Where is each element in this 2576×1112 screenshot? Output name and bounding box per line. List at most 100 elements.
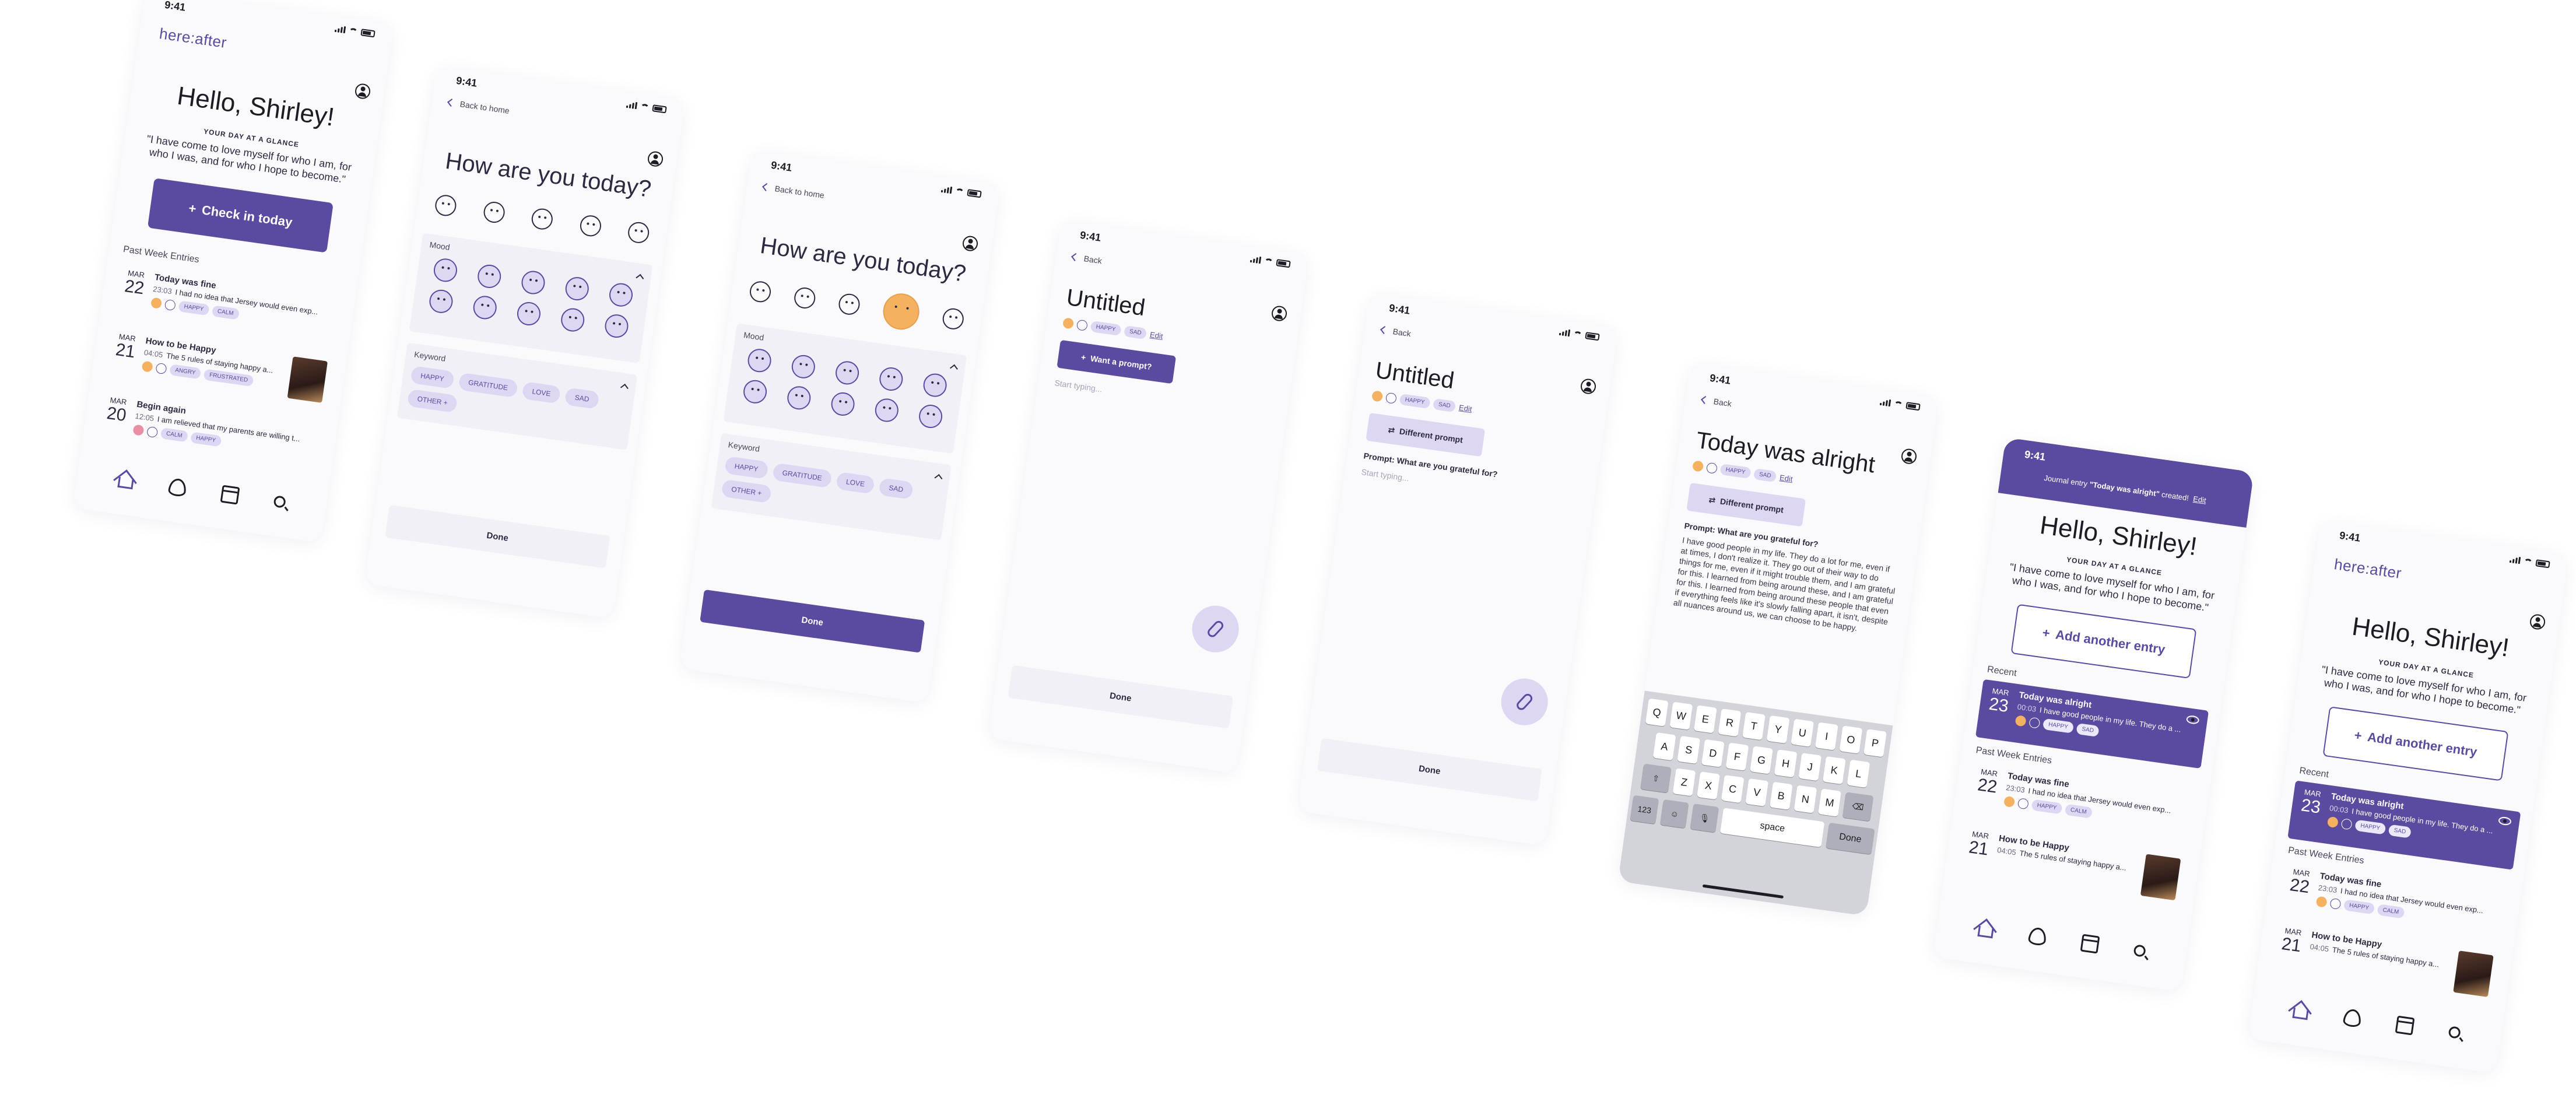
calendar-icon[interactable] [2080, 934, 2100, 954]
key[interactable]: J [1798, 753, 1822, 781]
emotion-icon[interactable] [785, 384, 812, 411]
keyword-chip[interactable]: GRATITUDE [458, 372, 518, 398]
search-icon[interactable] [272, 495, 286, 508]
back-link[interactable]: Back [1071, 252, 1103, 265]
mood-sad-icon[interactable] [482, 200, 506, 224]
emotion-icon[interactable] [476, 263, 503, 290]
emotion-icon[interactable] [917, 403, 944, 430]
key[interactable]: O [1839, 725, 1863, 754]
key[interactable]: X [1697, 771, 1720, 800]
check-in-button[interactable]: + Check in today [147, 178, 334, 253]
emotion-icon[interactable] [515, 300, 542, 327]
mood-sad-icon[interactable] [792, 286, 817, 310]
key[interactable]: D [1701, 739, 1725, 767]
key[interactable]: Q [1645, 698, 1669, 727]
profile-icon[interactable] [1271, 304, 1288, 322]
entry-body-input[interactable]: Start typing... [1361, 467, 1410, 483]
profile-icon[interactable] [647, 150, 664, 168]
key[interactable]: Y [1766, 715, 1790, 744]
keyword-chip[interactable]: SAD [878, 478, 914, 500]
edit-link[interactable]: Edit [1149, 330, 1163, 341]
key[interactable]: Z [1672, 768, 1696, 797]
key[interactable]: U [1791, 718, 1815, 747]
emotion-icon[interactable] [520, 269, 547, 296]
emotion-icon[interactable] [564, 275, 591, 302]
emotion-icon[interactable] [432, 257, 459, 283]
edit-link[interactable]: Edit [1779, 473, 1793, 483]
profile-icon[interactable] [1580, 377, 1597, 395]
keyword-chip[interactable]: LOVE [521, 381, 561, 404]
key[interactable]: E [1693, 705, 1717, 734]
emotion-icon[interactable] [790, 353, 817, 380]
mood-neutral-icon[interactable] [837, 292, 861, 317]
backspace-key[interactable]: ⌫ [1842, 792, 1874, 822]
keyword-chip[interactable]: GRATITUDE [771, 462, 833, 489]
keyword-chip[interactable]: HAPPY [724, 456, 769, 479]
done-button[interactable]: Done [385, 504, 610, 569]
key[interactable]: S [1677, 735, 1701, 764]
profile-icon[interactable] [354, 82, 371, 100]
entry-title[interactable]: Untitled [1374, 357, 1455, 394]
key[interactable]: R [1718, 708, 1742, 737]
back-link[interactable]: Back [1380, 325, 1412, 338]
key[interactable]: W [1669, 701, 1693, 730]
profile-icon[interactable] [961, 234, 979, 252]
edit-link[interactable]: Edit [1458, 403, 1472, 413]
key[interactable]: B [1769, 781, 1793, 810]
mood-neutral-icon[interactable] [530, 207, 554, 231]
entry-title[interactable]: Untitled [1065, 285, 1146, 321]
key[interactable]: N [1794, 785, 1817, 813]
attach-button[interactable] [1189, 602, 1242, 655]
key[interactable]: H [1774, 749, 1798, 778]
key[interactable]: P [1863, 729, 1887, 757]
key[interactable]: A [1652, 732, 1676, 761]
emotion-icon[interactable] [427, 288, 455, 315]
keyword-chip[interactable]: HAPPY [410, 366, 455, 389]
emotion-icon[interactable] [603, 313, 630, 339]
space-key[interactable]: space [1720, 808, 1825, 848]
emotion-icon[interactable] [746, 347, 773, 374]
add-entry-button[interactable]: + Add another entry [2322, 706, 2509, 781]
back-to-home-link[interactable]: Back to home [447, 97, 510, 115]
key[interactable]: I [1815, 722, 1838, 750]
keyboard-done-key[interactable]: Done [1826, 822, 1875, 855]
emotion-icon[interactable] [559, 306, 586, 334]
emoji-key[interactable]: ☺ [1660, 799, 1689, 829]
keyword-chip[interactable]: LOVE [836, 471, 875, 494]
search-icon[interactable] [2132, 944, 2146, 957]
add-entry-button[interactable]: + Add another entry [2010, 604, 2197, 679]
mic-key[interactable]: 🎙 [1690, 804, 1719, 833]
profile-icon[interactable] [1900, 447, 1918, 465]
lotus-icon[interactable] [2342, 1008, 2362, 1028]
lotus-icon[interactable] [2027, 926, 2047, 946]
key[interactable]: L [1847, 759, 1870, 788]
lotus-icon[interactable] [167, 477, 187, 497]
mood-very-sad-icon[interactable] [434, 194, 458, 218]
home-icon[interactable] [2291, 1007, 2309, 1020]
emotion-icon[interactable] [608, 282, 634, 308]
calendar-icon[interactable] [220, 485, 240, 505]
key[interactable]: M [1818, 788, 1841, 817]
mood-very-happy-icon[interactable] [626, 220, 651, 245]
key[interactable]: V [1745, 778, 1769, 807]
key[interactable]: G [1750, 746, 1773, 774]
entry-body-input[interactable]: Start typing... [1054, 378, 1103, 394]
emotion-icon[interactable] [873, 397, 900, 424]
mood-happy-icon[interactable] [578, 213, 602, 238]
key[interactable]: K [1822, 756, 1846, 785]
home-icon[interactable] [117, 476, 134, 490]
emotion-icon[interactable] [878, 366, 904, 392]
mood-very-sad-icon[interactable] [748, 280, 773, 304]
different-prompt-button[interactable]: ⇄ Different prompt [1686, 482, 1806, 527]
key[interactable]: F [1725, 742, 1749, 771]
attach-button[interactable] [1498, 675, 1551, 728]
emotion-icon[interactable] [829, 391, 857, 418]
emotion-icon[interactable] [922, 372, 949, 399]
search-icon[interactable] [2447, 1026, 2461, 1039]
shift-key[interactable]: ⇧ [1640, 763, 1672, 793]
home-icon[interactable] [1977, 925, 1994, 939]
profile-icon[interactable] [2529, 613, 2546, 631]
done-button[interactable]: Done [1317, 738, 1542, 802]
done-button[interactable]: Done [1008, 665, 1233, 729]
done-button[interactable]: Done [700, 589, 925, 653]
